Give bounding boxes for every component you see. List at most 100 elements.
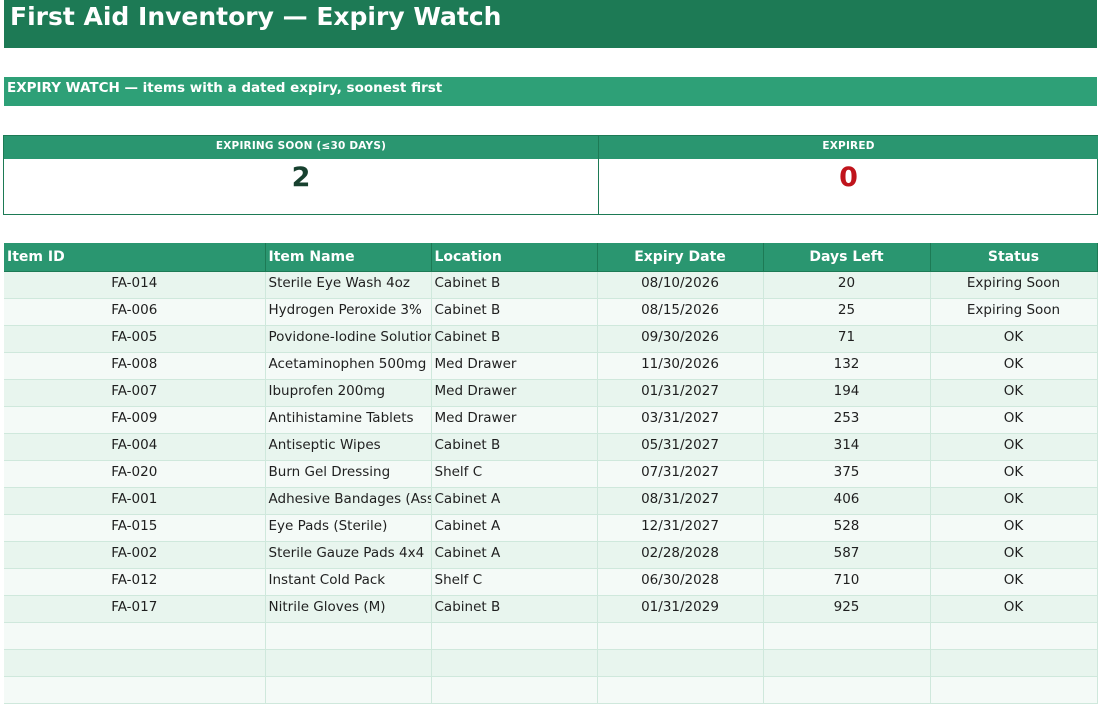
- cell-location[interactable]: Cabinet B: [431, 325, 598, 353]
- cell-status[interactable]: OK: [930, 487, 1098, 515]
- cell-item-id[interactable]: FA-005: [4, 325, 266, 353]
- cell-location[interactable]: Cabinet B: [431, 271, 598, 299]
- table-row[interactable]: [4, 676, 1098, 704]
- cell-expiry-date[interactable]: 11/30/2026: [597, 352, 764, 380]
- cell-location[interactable]: Cabinet A: [431, 541, 598, 569]
- column-header-expiry-date[interactable]: Expiry Date: [597, 243, 764, 272]
- cell-location[interactable]: Cabinet A: [431, 514, 598, 542]
- table-row[interactable]: FA-014 Sterile Eye Wash 4oz Cabinet B 08/10…: [4, 271, 1098, 299]
- table-row[interactable]: FA-001 Adhesive Bandages (Asso Cabinet A 08…: [4, 487, 1098, 515]
- cell-days-left[interactable]: 20: [763, 271, 931, 299]
- table-row[interactable]: [4, 622, 1098, 650]
- cell-days-left[interactable]: [763, 649, 931, 677]
- kpi-expiring-soon[interactable]: EXPIRING SOON (≤30 DAYS) 2: [4, 136, 598, 214]
- cell-status[interactable]: OK: [930, 325, 1098, 353]
- cell-item-name[interactable]: Povidone-Iodine Solution: [265, 325, 432, 353]
- cell-item-id[interactable]: FA-008: [4, 352, 266, 380]
- cell-days-left[interactable]: 71: [763, 325, 931, 353]
- cell-item-name[interactable]: Nitrile Gloves (M): [265, 595, 432, 623]
- cell-expiry-date[interactable]: [597, 622, 764, 650]
- cell-days-left[interactable]: 375: [763, 460, 931, 488]
- cell-item-id[interactable]: FA-007: [4, 379, 266, 407]
- table-row[interactable]: FA-004 Antiseptic Wipes Cabinet B 05/31/202…: [4, 433, 1098, 461]
- cell-expiry-date[interactable]: 08/10/2026: [597, 271, 764, 299]
- cell-status[interactable]: OK: [930, 406, 1098, 434]
- cell-status[interactable]: [930, 649, 1098, 677]
- cell-status[interactable]: Expiring Soon: [930, 271, 1098, 299]
- cell-expiry-date[interactable]: 05/31/2027: [597, 433, 764, 461]
- cell-item-id[interactable]: FA-004: [4, 433, 266, 461]
- cell-location[interactable]: Cabinet B: [431, 433, 598, 461]
- cell-location[interactable]: Med Drawer: [431, 379, 598, 407]
- cell-location[interactable]: [431, 622, 598, 650]
- cell-days-left[interactable]: 710: [763, 568, 931, 596]
- cell-expiry-date[interactable]: 08/31/2027: [597, 487, 764, 515]
- cell-days-left[interactable]: 132: [763, 352, 931, 380]
- table-row[interactable]: FA-020 Burn Gel Dressing Shelf C 07/31/2027…: [4, 460, 1098, 488]
- cell-status[interactable]: [930, 676, 1098, 704]
- cell-item-name[interactable]: Antiseptic Wipes: [265, 433, 432, 461]
- cell-item-name[interactable]: Acetaminophen 500mg: [265, 352, 432, 380]
- cell-location[interactable]: Cabinet B: [431, 595, 598, 623]
- cell-expiry-date[interactable]: 02/28/2028: [597, 541, 764, 569]
- cell-item-name[interactable]: Burn Gel Dressing: [265, 460, 432, 488]
- cell-item-id[interactable]: FA-017: [4, 595, 266, 623]
- cell-item-name[interactable]: Adhesive Bandages (Asso: [265, 487, 432, 515]
- table-row[interactable]: FA-017 Nitrile Gloves (M) Cabinet B 01/31/2…: [4, 595, 1098, 623]
- cell-status[interactable]: OK: [930, 568, 1098, 596]
- cell-days-left[interactable]: [763, 622, 931, 650]
- cell-item-name[interactable]: Antihistamine Tablets: [265, 406, 432, 434]
- cell-item-name[interactable]: Instant Cold Pack: [265, 568, 432, 596]
- cell-item-id[interactable]: FA-015: [4, 514, 266, 542]
- cell-days-left[interactable]: [763, 676, 931, 704]
- cell-days-left[interactable]: 25: [763, 298, 931, 326]
- cell-expiry-date[interactable]: 03/31/2027: [597, 406, 764, 434]
- cell-item-name[interactable]: Sterile Eye Wash 4oz: [265, 271, 432, 299]
- cell-item-id[interactable]: [4, 622, 266, 650]
- cell-days-left[interactable]: 194: [763, 379, 931, 407]
- cell-days-left[interactable]: 528: [763, 514, 931, 542]
- table-row[interactable]: [4, 649, 1098, 677]
- cell-location[interactable]: Shelf C: [431, 568, 598, 596]
- cell-item-id[interactable]: FA-012: [4, 568, 266, 596]
- table-row[interactable]: FA-012 Instant Cold Pack Shelf C 06/30/2028…: [4, 568, 1098, 596]
- cell-expiry-date[interactable]: 01/31/2027: [597, 379, 764, 407]
- column-header-item-id[interactable]: Item ID: [4, 243, 266, 272]
- table-row[interactable]: FA-009 Antihistamine Tablets Med Drawer 03/…: [4, 406, 1098, 434]
- cell-item-id[interactable]: [4, 649, 266, 677]
- cell-item-name[interactable]: Hydrogen Peroxide 3%: [265, 298, 432, 326]
- table-row[interactable]: FA-008 Acetaminophen 500mg Med Drawer 11/30…: [4, 352, 1098, 380]
- cell-item-name[interactable]: [265, 622, 432, 650]
- cell-item-id[interactable]: FA-020: [4, 460, 266, 488]
- cell-days-left[interactable]: 314: [763, 433, 931, 461]
- cell-status[interactable]: OK: [930, 460, 1098, 488]
- cell-expiry-date[interactable]: 09/30/2026: [597, 325, 764, 353]
- cell-item-name[interactable]: Eye Pads (Sterile): [265, 514, 432, 542]
- cell-status[interactable]: OK: [930, 595, 1098, 623]
- cell-item-id[interactable]: FA-014: [4, 271, 266, 299]
- cell-expiry-date[interactable]: [597, 676, 764, 704]
- cell-item-id[interactable]: FA-002: [4, 541, 266, 569]
- cell-item-name[interactable]: [265, 649, 432, 677]
- column-header-status[interactable]: Status: [930, 243, 1098, 272]
- cell-status[interactable]: Expiring Soon: [930, 298, 1098, 326]
- cell-expiry-date[interactable]: 07/31/2027: [597, 460, 764, 488]
- cell-status[interactable]: OK: [930, 541, 1098, 569]
- column-header-days-left[interactable]: Days Left: [763, 243, 931, 272]
- cell-item-name[interactable]: [265, 676, 432, 704]
- cell-expiry-date[interactable]: 08/15/2026: [597, 298, 764, 326]
- cell-location[interactable]: Med Drawer: [431, 406, 598, 434]
- cell-item-name[interactable]: Ibuprofen 200mg: [265, 379, 432, 407]
- cell-status[interactable]: OK: [930, 379, 1098, 407]
- cell-status[interactable]: OK: [930, 352, 1098, 380]
- table-row[interactable]: FA-007 Ibuprofen 200mg Med Drawer 01/31/202…: [4, 379, 1098, 407]
- cell-days-left[interactable]: 925: [763, 595, 931, 623]
- cell-expiry-date[interactable]: 12/31/2027: [597, 514, 764, 542]
- table-row[interactable]: FA-002 Sterile Gauze Pads 4x4 Cabinet A 02/…: [4, 541, 1098, 569]
- cell-item-name[interactable]: Sterile Gauze Pads 4x4: [265, 541, 432, 569]
- cell-item-id[interactable]: FA-009: [4, 406, 266, 434]
- cell-item-id[interactable]: FA-001: [4, 487, 266, 515]
- column-header-item-name[interactable]: Item Name: [265, 243, 432, 272]
- cell-location[interactable]: [431, 649, 598, 677]
- cell-expiry-date[interactable]: 06/30/2028: [597, 568, 764, 596]
